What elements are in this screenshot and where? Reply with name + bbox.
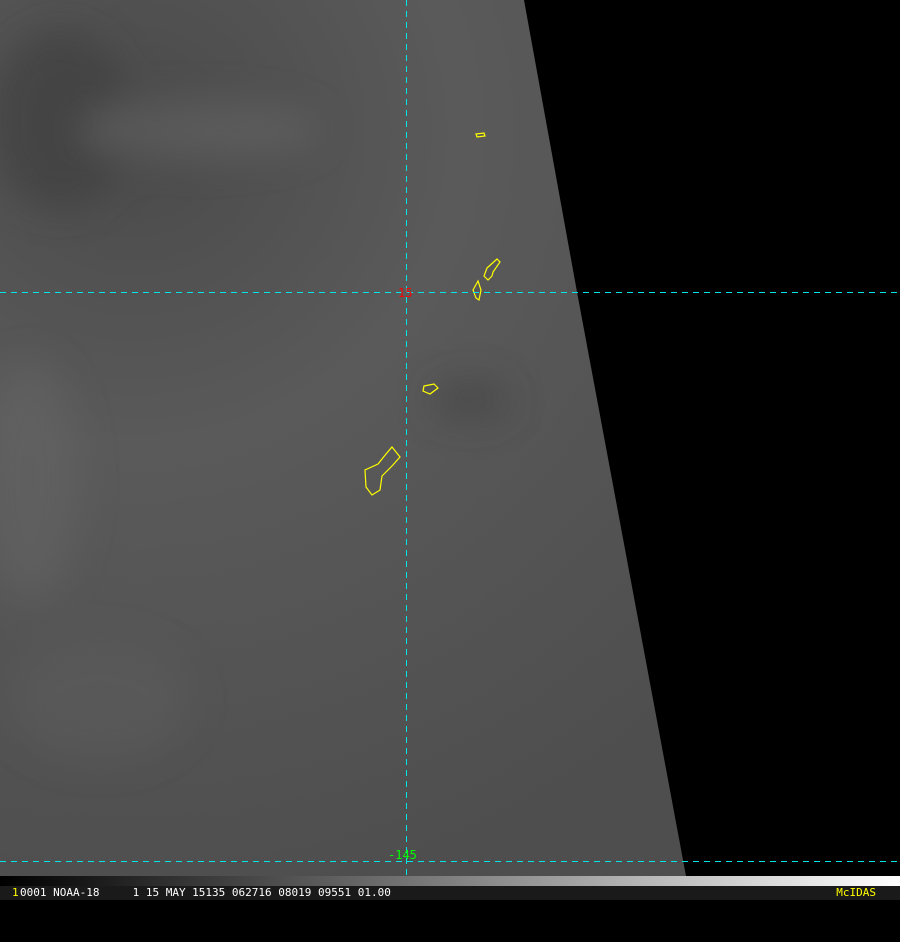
- image-info: 0001 NOAA-18 1 15 MAY 15135 062716 08019…: [20, 886, 391, 899]
- satellite-image-viewer: 15 -145 1 0001 NOAA-18 1 15 MAY 15135 06…: [0, 0, 900, 900]
- latitude-label: 15: [398, 286, 412, 300]
- status-bar: 1 0001 NOAA-18 1 15 MAY 15135 062716 080…: [0, 886, 900, 900]
- satellite-image: 15 -145: [0, 0, 900, 886]
- frame-number: 1: [12, 886, 19, 899]
- mcidas-brand: McIDAS: [836, 886, 876, 899]
- grayscale-colorbar: [0, 876, 900, 886]
- longitude-label: -145: [388, 848, 417, 862]
